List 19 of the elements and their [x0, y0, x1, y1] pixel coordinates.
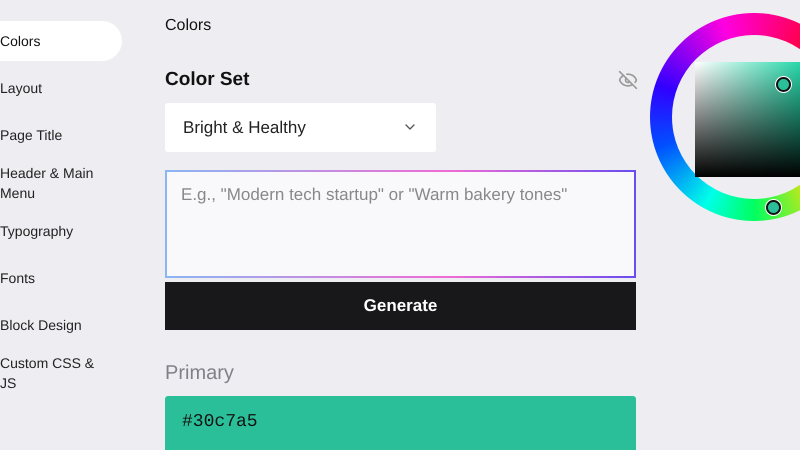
sidebar-item[interactable]: Fonts	[0, 258, 122, 298]
sidebar-item[interactable]: Colors	[0, 21, 122, 61]
saturation-square[interactable]	[695, 62, 800, 177]
color-set-dropdown[interactable]: Bright & Healthy	[165, 102, 436, 152]
sidebar-item[interactable]: Layout	[0, 68, 122, 108]
primary-color-swatch[interactable]: #30c7a5	[165, 396, 636, 450]
sidebar-item[interactable]: Page Title	[0, 115, 122, 155]
sidebar-item[interactable]: Block Design	[0, 305, 122, 345]
hue-handle[interactable]	[766, 200, 781, 215]
sidebar-item[interactable]: Typography	[0, 211, 122, 251]
primary-label: Primary	[165, 360, 235, 386]
prompt-field[interactable]: E.g., "Modern tech startup" or "Warm bakery tones"	[165, 170, 636, 278]
generate-button[interactable]: Generate	[165, 282, 636, 330]
primary-hex-value: #30c7a5	[182, 411, 258, 434]
sidebar-item[interactable]: Header & Main Menu	[0, 162, 122, 204]
sidebar-item[interactable]: Custom CSS & JS	[0, 352, 122, 394]
color-handle[interactable]	[776, 77, 791, 92]
section-title: Colors	[165, 16, 212, 36]
color-set-heading: Color Set	[165, 68, 250, 92]
